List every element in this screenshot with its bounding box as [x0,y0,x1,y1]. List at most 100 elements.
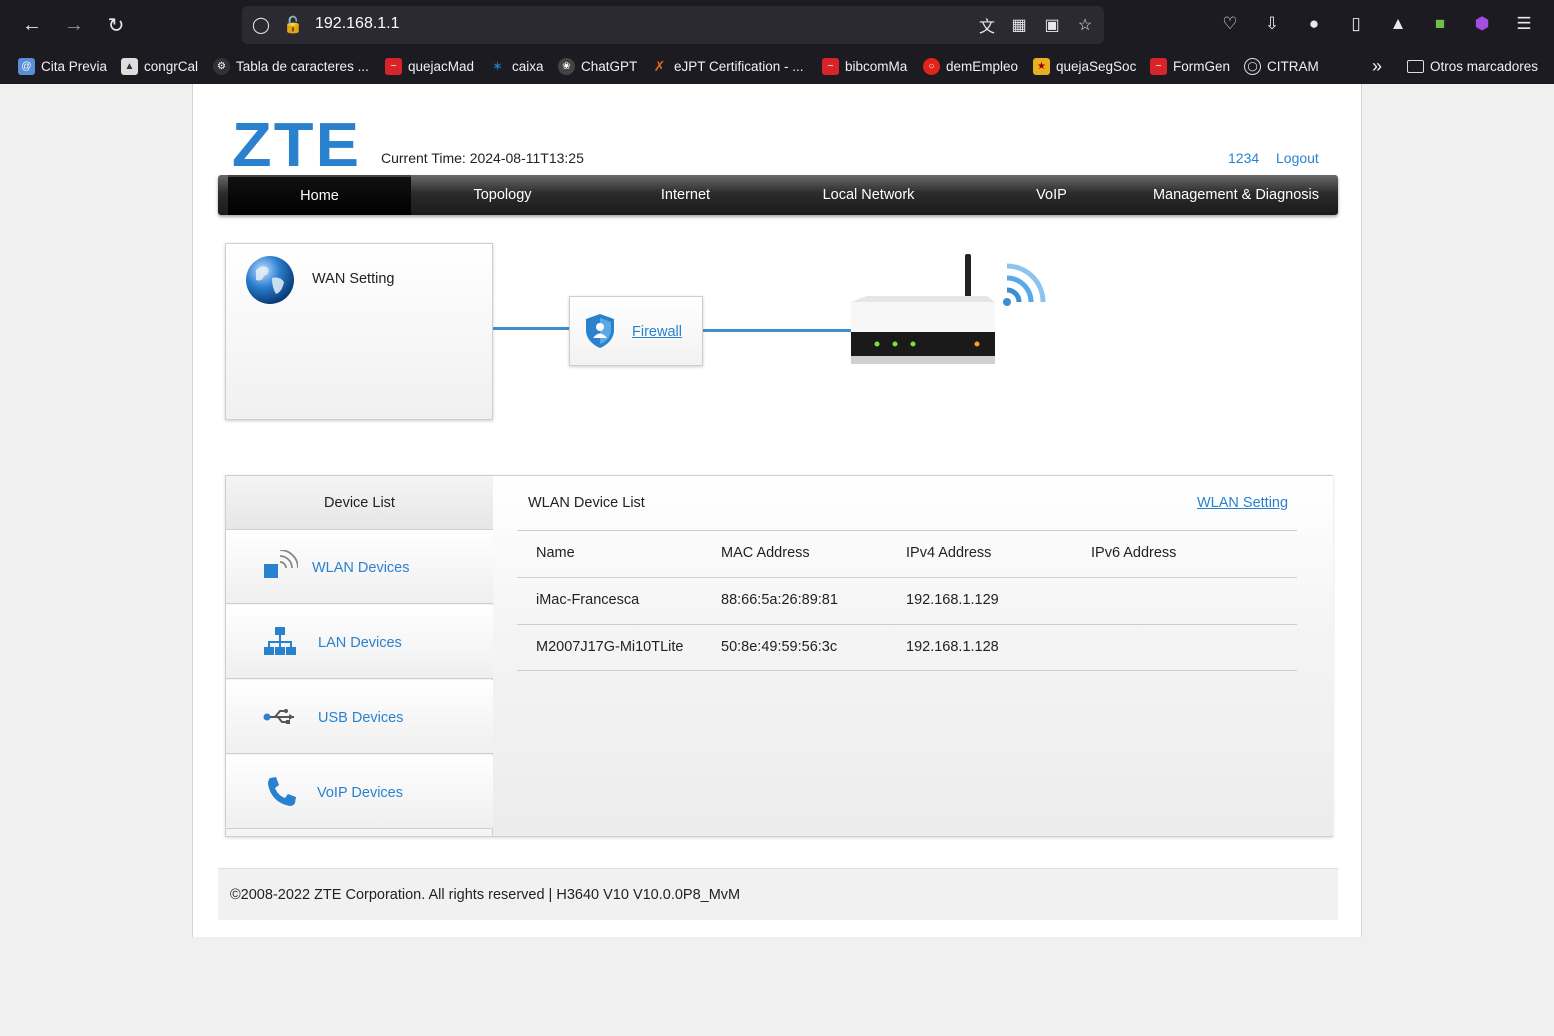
menu-internet[interactable]: Internet [594,175,777,215]
table-row: M2007J17G-Mi10TLite 50:8e:49:59:56:3c 19… [517,624,1297,671]
device-list-panel: Device List WLAN Devices LAN Devices USB… [225,475,1333,837]
menu-voip[interactable]: VoIP [960,175,1143,215]
table-header-row: Name MAC Address IPv4 Address IPv6 Addre… [517,530,1297,577]
bookmark-favicon-icon: ★ [1033,57,1050,75]
device-list-title: Device List [226,476,493,530]
device-name: iMac-Francesca [536,592,640,608]
menu-topology[interactable]: Topology [411,175,594,215]
page-footer: ©2008-2022 ZTE Corporation. All rights r… [218,868,1338,920]
download-icon[interactable]: ⇩ [1258,10,1286,38]
url-text[interactable]: 192.168.1.1 [315,15,400,33]
pocket-icon[interactable]: ♡ [1216,10,1244,38]
reload-icon[interactable]: ↻ [101,10,131,40]
bookmark-favicon-icon: ✗ [651,57,668,75]
device-name: M2007J17G-Mi10TLite [536,639,684,655]
wan-setting-box[interactable]: WAN Setting [225,243,493,420]
bookmark-favicon-icon: ▲ [121,57,138,75]
extension-hat-icon[interactable]: ▲ [1384,10,1412,38]
current-time: Current Time: 2024-08-11T13:25 [381,150,584,166]
column-header-mac: MAC Address [721,545,810,561]
account-icon[interactable]: ● [1300,10,1328,38]
sidebar-item-usb-devices[interactable]: USB Devices [226,680,493,754]
bookmarks-bar: @ Cita Previa ▲ congrCal ⚙ Tabla de caracte… [0,50,1554,82]
qr-code-icon[interactable]: ▦ [1008,14,1030,36]
phone-icon [268,777,296,806]
device-mac: 50:8e:49:59:56:3c [721,639,838,655]
wlan-device-table: Name MAC Address IPv4 Address IPv6 Addre… [517,530,1297,671]
firewall-box: Firewall [569,296,703,366]
bookmark-item[interactable]: ★ quejaSegSoc [1033,54,1136,78]
bookmark-item[interactable]: ⚙ Tabla de caracteres ... [213,54,369,78]
menu-hamburger-icon[interactable]: ☰ [1510,10,1538,38]
menu-home[interactable]: Home [228,175,411,215]
bookmark-favicon-icon: ✶ [489,57,506,75]
sidebar-item-lan-devices[interactable]: LAN Devices [226,605,493,679]
bookmark-item[interactable]: ~ quejacMad [385,54,474,78]
menu-local-network[interactable]: Local Network [777,175,960,215]
device-mac: 88:66:5a:26:89:81 [721,592,838,608]
footer-copyright: ©2008-2022 ZTE Corporation. All rights r… [230,887,741,903]
translate-icon[interactable]: 文 [976,14,998,36]
tracking-protection-icon[interactable]: ◯ [250,14,272,36]
address-bar[interactable]: ◯ 🔓 192.168.1.1 文 ▦ ▣ ☆ [242,6,1104,44]
bookmark-item[interactable]: ✗ eJPT Certification - ... [651,54,804,78]
forward-arrow-icon[interactable]: → [59,10,89,40]
table-row: iMac-Francesca 88:66:5a:26:89:81 192.168… [517,577,1297,624]
other-bookmarks[interactable]: Otros marcadores [1407,54,1538,78]
bookmark-item[interactable]: ~ bibcomMa [822,54,907,78]
sidebar-item-label[interactable]: LAN Devices [318,635,402,651]
bookmark-item[interactable]: ✶ caixa [489,54,544,78]
bookmark-favicon-icon: ❀ [558,57,575,75]
extensions-icon[interactable]: ▯ [1342,10,1370,38]
router-icon [851,254,1046,364]
bookmark-star-icon[interactable]: ☆ [1074,14,1096,36]
column-header-name: Name [536,545,575,561]
bookmark-item[interactable]: ~ FormGen [1150,54,1230,78]
bookmark-favicon-icon: ~ [385,57,402,75]
bookmark-favicon-icon: ○ [923,57,940,75]
menu-management-diagnosis[interactable]: Management & Diagnosis [1143,175,1329,215]
bookmark-item[interactable]: ◯ CITRAM [1244,54,1319,78]
user-link[interactable]: 1234 [1228,150,1259,166]
browser-toolbar: ← → ↻ ◯ 🔓 192.168.1.1 文 ▦ ▣ ☆ ♡ ⇩ ● ▯ ▲ … [0,0,1554,84]
main-menu: Home Topology Internet Local Network VoI… [218,175,1338,215]
sidebar-item-label[interactable]: VoIP Devices [317,785,403,801]
bookmark-item[interactable]: @ Cita Previa [18,54,107,78]
bookmark-item[interactable]: ○ demEmpleo [923,54,1018,78]
shield-icon [586,314,614,348]
sidebar-item-wlan-devices[interactable]: WLAN Devices [226,530,493,604]
firewall-link[interactable]: Firewall [632,324,682,340]
router-page: ZTE Current Time: 2024-08-11T13:25 1234 … [192,84,1362,937]
globe-icon [246,256,294,304]
zte-logo: ZTE [231,111,362,180]
wlan-device-icon [264,550,298,578]
connection-line [703,329,851,332]
bookmark-favicon-icon: @ [18,57,35,75]
lan-network-icon [264,627,296,655]
extension-hex-icon[interactable]: ⬢ [1468,10,1496,38]
device-ipv4: 192.168.1.129 [906,592,999,608]
usb-icon [263,709,294,724]
device-ipv4: 192.168.1.128 [906,639,999,655]
sidebar-item-label[interactable]: WLAN Devices [312,560,410,576]
wlan-setting-link[interactable]: WLAN Setting [1197,495,1288,511]
bookmark-favicon-icon: ~ [822,57,839,75]
bookmark-item[interactable]: ❀ ChatGPT [558,54,637,78]
bookmarks-overflow-icon[interactable]: » [1372,54,1382,78]
connection-line [493,327,569,330]
bookmark-item[interactable]: ▲ congrCal [121,54,198,78]
logout-link[interactable]: Logout [1276,150,1319,166]
wlan-device-list: WLAN Device List WLAN Setting Name MAC A… [493,476,1333,836]
page-viewport: ZTE Current Time: 2024-08-11T13:25 1234 … [4,84,1554,1036]
column-header-ipv4: IPv4 Address [906,545,992,561]
insecure-lock-icon[interactable]: 🔓 [282,14,304,36]
back-arrow-icon[interactable]: ← [17,10,47,40]
globe-icon: ◯ [1244,57,1261,75]
extension-cors-icon[interactable]: ■ [1426,10,1454,38]
screen-icon[interactable]: ▣ [1041,14,1063,36]
wan-setting-label[interactable]: WAN Setting [312,271,394,287]
sidebar-item-label[interactable]: USB Devices [318,710,403,726]
wlan-device-list-title: WLAN Device List [528,495,645,511]
sidebar-item-voip-devices[interactable]: VoIP Devices [226,755,493,829]
bookmark-favicon-icon: ~ [1150,57,1167,75]
